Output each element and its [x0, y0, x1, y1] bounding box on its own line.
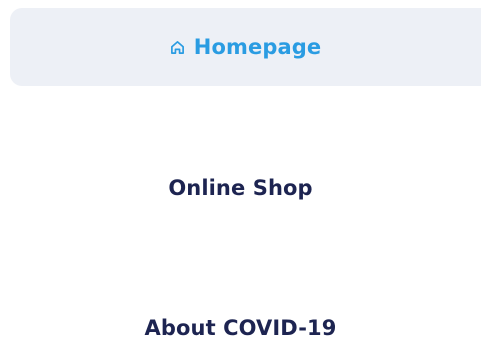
nav-item-about-covid[interactable]: About COVID-19 — [0, 305, 481, 345]
nav-item-label: About COVID-19 — [144, 316, 337, 340]
home-icon — [170, 40, 185, 55]
nav-item-label: Online Shop — [168, 176, 313, 200]
nav-item-online-shop[interactable]: Online Shop — [0, 165, 481, 211]
nav-item-homepage[interactable]: Homepage — [10, 8, 481, 86]
nav-item-label: Homepage — [193, 35, 322, 59]
navigation-menu: Homepage Online Shop About COVID-19 — [0, 0, 481, 345]
